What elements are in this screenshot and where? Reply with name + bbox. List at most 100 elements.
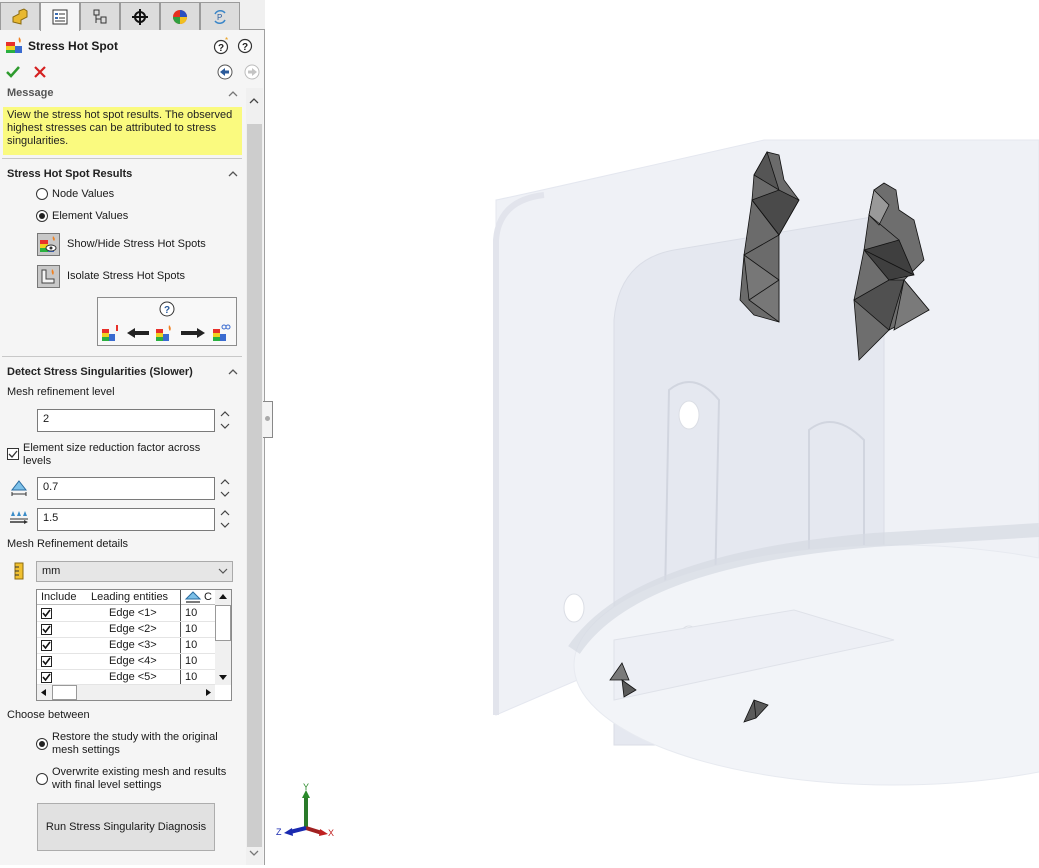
value-cell[interactable]: 10: [185, 671, 197, 683]
growth-factor-input[interactable]: 1.5: [37, 508, 215, 531]
hot-spot-diagram: ?: [97, 297, 237, 346]
tab-feature-manager[interactable]: [0, 2, 40, 30]
restore-radio[interactable]: [36, 738, 48, 750]
manager-tabs: P: [0, 0, 265, 31]
arrow-left-icon: [217, 64, 233, 80]
diagram-help-button[interactable]: ?: [158, 300, 176, 318]
overwrite-label: Overwrite existing mesh and results with…: [52, 766, 227, 791]
checkmark-icon: [8, 450, 18, 458]
collapse-message-icon[interactable]: [227, 89, 239, 99]
ruler-icon: [14, 562, 24, 580]
table-vscrollbar[interactable]: [215, 590, 231, 685]
table-row[interactable]: Edge <3> 10: [37, 638, 215, 654]
configuration-icon: [93, 9, 107, 23]
entity-cell: Edge <4>: [109, 655, 157, 667]
tab-property-manager[interactable]: [40, 2, 80, 31]
rotate-p-icon: P: [214, 9, 226, 24]
arrow-left-icon: [127, 328, 149, 338]
collapse-results-icon[interactable]: [227, 169, 239, 179]
cancel-button[interactable]: [32, 64, 48, 80]
panel-scrollbar[interactable]: [246, 88, 263, 865]
reference-triad: Y X Z: [276, 782, 334, 838]
unit-select[interactable]: mm: [36, 561, 233, 582]
table-row[interactable]: Edge <1> 10: [37, 606, 215, 622]
table-row[interactable]: Edge <4> 10: [37, 654, 215, 670]
table-vscroll-thumb[interactable]: [215, 605, 231, 641]
table-hscroll-thumb[interactable]: [52, 685, 77, 700]
divider: [2, 356, 242, 357]
element-values-radio[interactable]: [36, 210, 48, 222]
overwrite-radio[interactable]: [36, 773, 48, 785]
element-size-icon: [184, 591, 202, 603]
appearance-icon: [173, 9, 187, 24]
svg-text:P: P: [217, 13, 222, 22]
include-checkbox[interactable]: [41, 640, 52, 651]
chevron-down-icon: [218, 568, 228, 574]
value-cell[interactable]: 10: [185, 655, 197, 667]
table-row[interactable]: Edge <2> 10: [37, 622, 215, 638]
svg-text:?: ?: [218, 43, 224, 54]
scroll-right-icon: [206, 689, 211, 696]
help-button[interactable]: ?: [236, 37, 254, 55]
hot-spot-icon: [156, 325, 171, 341]
table-hscrollbar[interactable]: [37, 685, 215, 700]
tab-configuration-manager[interactable]: [80, 2, 120, 30]
include-checkbox[interactable]: [41, 624, 52, 635]
results-section-title: Stress Hot Spot Results: [7, 168, 133, 180]
col-size[interactable]: C: [204, 591, 212, 603]
entity-cell: Edge <3>: [109, 639, 157, 651]
col-leading-entities[interactable]: Leading entities: [91, 591, 168, 603]
tab-cam-manager[interactable]: P: [200, 2, 240, 30]
property-manager-panel: P Stress Hot Spot ? * ? Message View the …: [0, 0, 265, 865]
size-factor-spinner[interactable]: [219, 477, 231, 499]
entity-cell: Edge <1>: [109, 607, 157, 619]
col-include[interactable]: Include: [41, 591, 76, 603]
panel-scroll-thumb[interactable]: [247, 124, 262, 847]
isolate-hot-spots-button[interactable]: [37, 265, 60, 288]
singularity-icon: [213, 324, 231, 341]
svg-text:*: *: [225, 37, 228, 45]
value-cell[interactable]: 10: [185, 623, 197, 635]
triad-z-label: Z: [276, 827, 282, 837]
part-icon: [12, 7, 28, 25]
help-icon: ?: [237, 38, 253, 54]
panel-splitter-handle[interactable]: [263, 401, 273, 438]
value-cell[interactable]: 10: [185, 607, 197, 619]
element-values-label: Element Values: [52, 210, 129, 222]
diagram-flow: [102, 324, 231, 341]
refinement-details-label: Mesh Refinement details: [7, 538, 129, 550]
triad-x-label: X: [328, 828, 334, 838]
mesh-level-label: Mesh refinement level: [7, 386, 115, 398]
mesh-level-input[interactable]: 2: [37, 409, 215, 432]
mesh-level-spinner[interactable]: [219, 409, 231, 431]
include-checkbox[interactable]: [41, 672, 52, 683]
run-diagnosis-label: Run Stress Singularity Diagnosis: [45, 821, 207, 833]
reduction-factor-checkbox[interactable]: [7, 448, 19, 460]
show-hide-hot-spots-icon: [40, 236, 57, 252]
run-diagnosis-button[interactable]: Run Stress Singularity Diagnosis: [37, 803, 215, 851]
growth-factor-spinner[interactable]: [219, 508, 231, 530]
title-row: Stress Hot Spot ? * ?: [0, 32, 265, 60]
collapse-detect-icon[interactable]: [227, 367, 239, 377]
table-row[interactable]: Edge <5> 10: [37, 670, 215, 685]
detect-section-title: Detect Stress Singularities (Slower): [7, 366, 193, 378]
show-hide-hot-spots-button[interactable]: [37, 233, 60, 256]
include-checkbox[interactable]: [41, 608, 52, 619]
choose-between-label: Choose between: [7, 709, 90, 721]
node-values-radio[interactable]: [36, 188, 48, 200]
tab-dimxpert-manager[interactable]: [120, 2, 160, 30]
message-box: View the stress hot spot results. The ob…: [3, 107, 242, 155]
include-checkbox[interactable]: [41, 656, 52, 667]
forward-button[interactable]: [243, 63, 261, 81]
help-icon: ?: [159, 301, 175, 317]
ok-button[interactable]: [5, 64, 21, 80]
back-button[interactable]: [216, 63, 234, 81]
tab-display-manager[interactable]: [160, 2, 200, 30]
show-hide-hot-spots-label[interactable]: Show/Hide Stress Hot Spots: [67, 238, 206, 250]
size-factor-input[interactable]: 0.7: [37, 477, 215, 500]
property-manager-content: Message View the stress hot spot results…: [0, 88, 246, 865]
whats-new-button[interactable]: ? *: [213, 37, 231, 55]
graphics-viewport[interactable]: Y X Z: [274, 0, 1039, 865]
isolate-hot-spots-label[interactable]: Isolate Stress Hot Spots: [67, 270, 185, 282]
value-cell[interactable]: 10: [185, 639, 197, 651]
